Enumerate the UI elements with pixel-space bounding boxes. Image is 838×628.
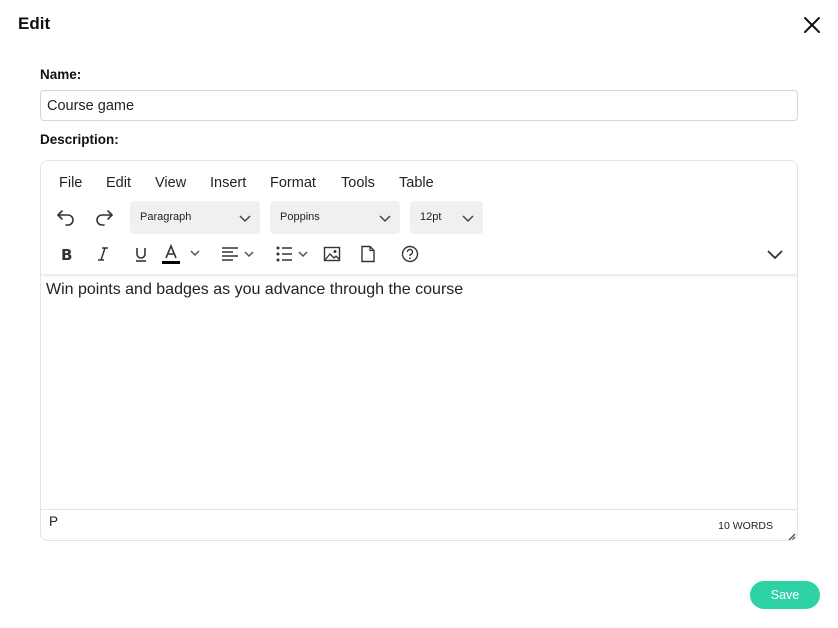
text-color-icon <box>162 243 200 264</box>
redo-icon <box>96 210 113 226</box>
bullet-list-button[interactable] <box>274 237 314 271</box>
text-color-button[interactable] <box>160 237 204 271</box>
help-icon <box>401 245 419 263</box>
help-button[interactable] <box>399 237 421 271</box>
menu-insert[interactable]: Insert <box>210 175 246 191</box>
undo-icon <box>57 210 74 226</box>
svg-text:B: B <box>61 246 72 263</box>
redo-button[interactable] <box>91 200 117 234</box>
bold-button[interactable]: B <box>55 237 77 271</box>
rich-text-editor: File Edit View Insert Format Tools Table <box>40 160 798 541</box>
editor-header: File Edit View Insert Format Tools Table <box>41 161 797 274</box>
menu-table[interactable]: Table <box>399 175 434 191</box>
menu-file[interactable]: File <box>59 175 82 191</box>
italic-button[interactable] <box>92 237 114 271</box>
font-size-select[interactable]: 12pt <box>410 201 483 234</box>
menu-format[interactable]: Format <box>270 175 316 191</box>
menu-tools[interactable]: Tools <box>341 175 375 191</box>
dialog-title: Edit <box>18 14 51 33</box>
block-format-value: Paragraph <box>140 211 192 223</box>
chevron-down-icon <box>379 215 391 223</box>
name-label: Name: <box>40 67 82 82</box>
save-button[interactable]: Save <box>750 581 820 609</box>
more-toolbar-button[interactable] <box>763 237 787 271</box>
underline-button[interactable] <box>130 237 152 271</box>
toolbar-row-2: B <box>41 237 797 273</box>
chevron-down-icon <box>767 250 783 260</box>
close-icon <box>804 17 820 33</box>
editor-menubar: File Edit View Insert Format Tools Table <box>41 161 797 201</box>
editor-paragraph: Win points and badges as you advance thr… <box>46 281 464 298</box>
chevron-down-icon <box>462 215 474 223</box>
description-label: Description: <box>40 132 119 147</box>
undo-button[interactable] <box>53 200 79 234</box>
underline-icon <box>136 248 146 262</box>
editor-content[interactable]: Win points and badges as you advance thr… <box>41 274 797 510</box>
name-input[interactable] <box>40 90 798 121</box>
bullet-list-icon <box>276 246 308 262</box>
editor-statusbar: P 10 WORDS <box>41 509 797 541</box>
chevron-down-icon <box>239 215 251 223</box>
font-size-value: 12pt <box>420 211 442 223</box>
menu-view[interactable]: View <box>155 175 186 191</box>
image-icon <box>323 246 341 262</box>
document-icon <box>361 245 375 263</box>
menu-edit[interactable]: Edit <box>106 175 131 191</box>
block-format-select[interactable]: Paragraph <box>130 201 260 234</box>
toolbar-row-1: Paragraph Poppins 12pt <box>41 200 797 236</box>
insert-document-button[interactable] <box>357 237 379 271</box>
insert-image-button[interactable] <box>321 237 343 271</box>
element-path[interactable]: P <box>49 514 58 529</box>
align-button[interactable] <box>219 237 259 271</box>
font-family-value: Poppins <box>280 211 320 223</box>
italic-icon <box>98 247 108 261</box>
bold-icon: B <box>61 246 72 263</box>
close-button[interactable] <box>800 13 824 37</box>
word-count[interactable]: 10 WORDS <box>718 520 773 532</box>
align-left-icon <box>222 247 254 261</box>
resize-handle-icon[interactable] <box>786 531 796 541</box>
font-family-select[interactable]: Poppins <box>270 201 400 234</box>
